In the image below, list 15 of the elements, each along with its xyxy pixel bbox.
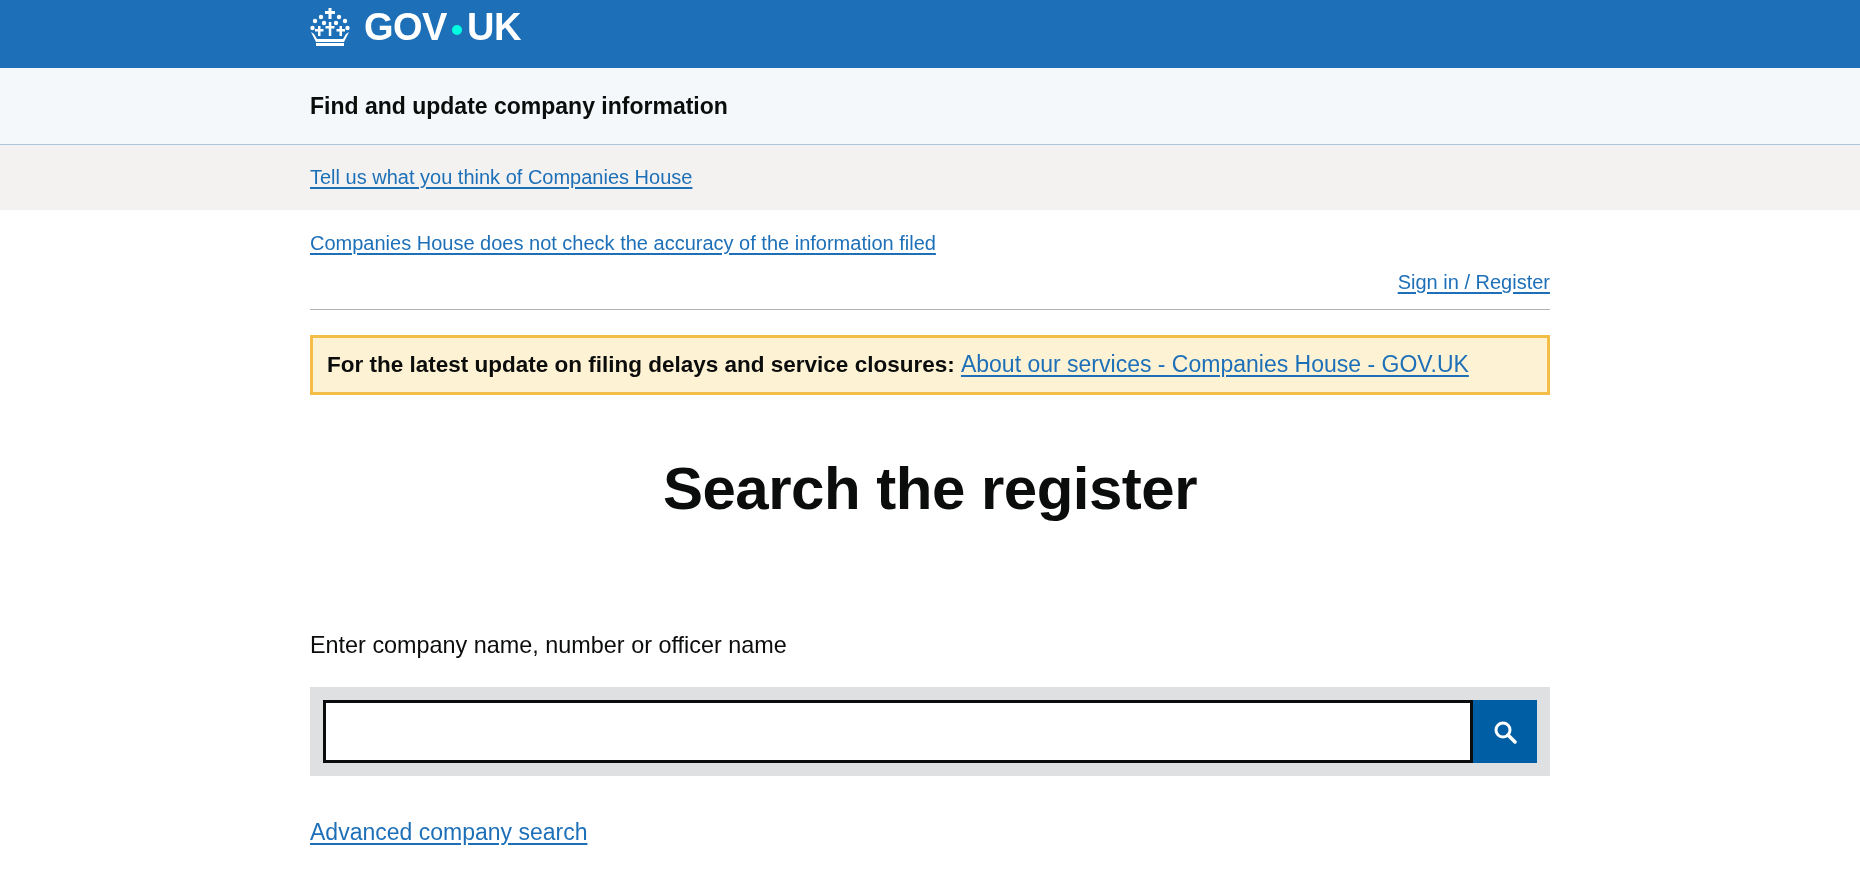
notice-link[interactable]: About our services - Companies House - GOV.UK xyxy=(960,351,1469,378)
search-icon xyxy=(1493,719,1517,744)
search-button[interactable] xyxy=(1473,700,1537,763)
page-heading: Search the register xyxy=(661,454,1199,524)
notice-text: For the latest update on filing delays and service closures: About our services - Companies House - GOV.UK xyxy=(327,351,1469,379)
advanced-search-link[interactable]: Advanced company search xyxy=(310,819,588,845)
search-field[interactable] xyxy=(323,700,1473,763)
feedback-link[interactable]: Tell us what you think of Companies House xyxy=(310,166,693,188)
accuracy-notice-link[interactable]: Companies House does not check the accuracy of the information filed xyxy=(310,232,936,254)
logo-dot-icon xyxy=(451,25,462,35)
govuk-logo-link[interactable]: GOV UK xyxy=(310,0,521,46)
service-title: Find and update company information xyxy=(310,91,729,121)
search-label: Enter company name, number or officer name xyxy=(310,631,788,659)
sign-in-link[interactable]: Sign in / Register xyxy=(1397,269,1550,295)
crown-icon xyxy=(310,8,350,46)
